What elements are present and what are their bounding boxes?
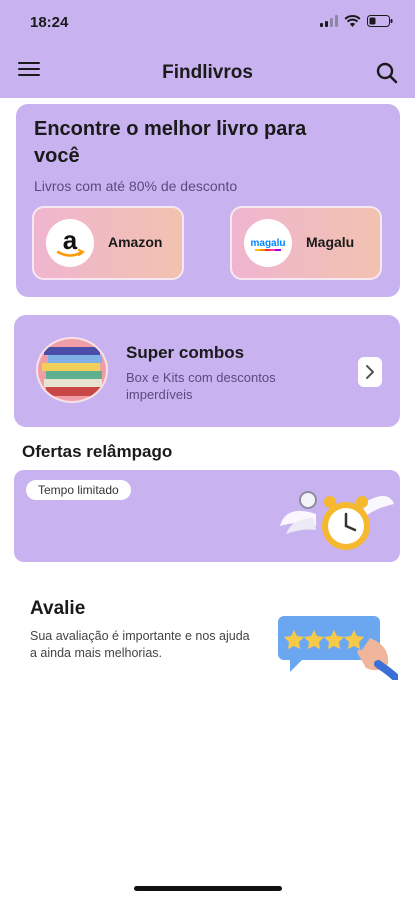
battery-icon [367, 15, 393, 27]
svg-text:magalu: magalu [250, 238, 285, 249]
signal-icon [320, 15, 338, 27]
search-icon[interactable] [375, 61, 399, 85]
top-bar: 18:24 Findlivros [0, 0, 415, 98]
status-icons [320, 15, 393, 27]
magalu-logo-icon: magalu [244, 219, 292, 267]
star-rating-icon [278, 616, 398, 680]
combos-description: Box e Kits com descontos imperdíveis [126, 370, 276, 402]
home-indicator[interactable] [134, 886, 282, 891]
amazon-logo-icon: a [46, 219, 94, 267]
super-combos-card[interactable]: Super combos Box e Kits com descontos im… [14, 315, 400, 427]
book-stack-icon [36, 337, 108, 403]
hero-title: Encontre o melhor livro para você [34, 118, 307, 167]
rate-title: Avalie [30, 598, 86, 619]
svg-text:a: a [63, 225, 78, 255]
flash-offers-heading: Ofertas relâmpago [22, 442, 173, 461]
store-button-magalu[interactable]: magalu Magalu [230, 206, 382, 280]
app-title: Findlivros [162, 62, 253, 83]
rate-description: Sua avaliação é importante e nos ajuda a… [30, 629, 250, 660]
chevron-right-icon[interactable] [358, 357, 382, 387]
status-bar: 18:24 [0, 0, 415, 48]
winged-clock-icon [280, 491, 394, 550]
combos-title: Super combos [126, 343, 245, 362]
store-button-amazon[interactable]: a Amazon [32, 206, 184, 280]
store-name-amazon: Amazon [108, 234, 163, 250]
app-bar: Findlivros [0, 52, 415, 94]
flash-offers-banner[interactable]: Tempo limitado [14, 470, 400, 562]
hero-card: Encontre o melhor livro para você Livros… [16, 104, 400, 297]
store-name-magalu: Magalu [306, 234, 355, 250]
limited-time-badge: Tempo limitado [26, 480, 131, 500]
rate-app-card[interactable]: Avalie Sua avaliação é importante e nos … [18, 584, 402, 692]
wifi-icon [344, 15, 361, 27]
status-time: 18:24 [30, 14, 69, 31]
hero-subtitle: Livros com até 80% de desconto [34, 178, 238, 194]
